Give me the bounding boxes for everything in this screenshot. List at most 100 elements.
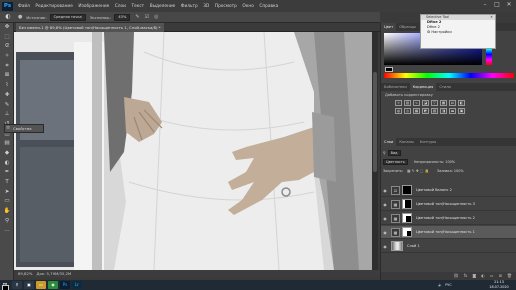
hand-tool-icon[interactable]: ✋ — [0, 207, 14, 217]
photoshop-task-icon[interactable]: Ps — [60, 281, 70, 289]
tab-adjustments[interactable]: Коррекция — [409, 83, 437, 91]
new-layer-icon[interactable]: ⊞ — [499, 272, 502, 280]
stamp-tool-icon[interactable]: ⊥ — [0, 110, 14, 120]
layer-name[interactable]: Цветовой тон/Насыщенность 1 — [416, 230, 475, 234]
menu-type[interactable]: Текст — [131, 4, 144, 9]
healing-tool-icon[interactable]: ✚ — [0, 91, 14, 101]
eyedropper-tool-icon[interactable]: ⌇ — [0, 81, 14, 91]
tab-channels[interactable]: Каналы — [396, 138, 416, 146]
color-lookup-icon[interactable]: ▩ — [413, 108, 420, 114]
layer-mask-thumb[interactable] — [402, 213, 412, 223]
gradient-map-icon[interactable]: ▬ — [449, 108, 456, 114]
protect-tones-checkbox[interactable]: ☑ — [145, 14, 149, 20]
tab-layers[interactable]: Слои — [381, 138, 397, 146]
curves-icon[interactable]: ∿ — [413, 100, 420, 106]
crop-tool-icon[interactable]: ⌗ — [0, 62, 14, 72]
layer-row[interactable]: ◉ ▦ Цветовой тон/Насыщенность 2 — [381, 212, 516, 225]
browser-icon[interactable]: ◉ — [48, 281, 58, 289]
layer-row[interactable]: ◉ ▦ Цветовой тон/Насыщенность 3 — [381, 198, 516, 211]
gradient-tool-icon[interactable]: ▤ — [0, 139, 14, 149]
path-select-tool-icon[interactable]: ➤ — [0, 188, 14, 198]
channel-mixer-icon[interactable]: ◎ — [404, 108, 411, 114]
layer-row[interactable]: ◉ Слой 1 — [381, 240, 516, 253]
menu-view[interactable]: Просмотр — [215, 4, 237, 9]
layer-name[interactable]: Цветовой тон/Насыщенность 2 — [416, 216, 475, 220]
tab-styles[interactable]: Стили — [436, 83, 454, 91]
layer-name[interactable]: Цветовой тон/Насыщенность 3 — [416, 202, 475, 206]
close-icon[interactable]: ✕ — [503, 0, 515, 10]
lasso-tool-icon[interactable]: ᘓ — [0, 42, 14, 52]
vertical-scrollbar[interactable] — [372, 32, 378, 270]
language-indicator[interactable]: РУС — [445, 283, 451, 287]
brightness-icon[interactable]: ☼ — [395, 100, 402, 106]
threshold-icon[interactable]: ◨ — [440, 108, 447, 114]
type-tool-icon[interactable]: T — [0, 178, 14, 188]
tab-paths[interactable]: Контуры — [417, 138, 439, 146]
lock-icons[interactable]: ▦ ✎ ✥ ⬚ 🔒 — [407, 169, 429, 173]
zoom-value[interactable]: 89,82% — [18, 270, 32, 278]
menu-image[interactable]: Изображение — [78, 4, 109, 9]
shape-tool-icon[interactable]: ▭ — [0, 197, 14, 207]
fill-label[interactable]: Заливка: 100% — [437, 169, 464, 173]
menu-select[interactable]: Выделение — [150, 4, 176, 9]
task-view-icon[interactable]: ▣ — [24, 281, 34, 289]
color-spectrum[interactable] — [384, 73, 514, 78]
mask-icon[interactable]: ◙ — [472, 272, 476, 280]
invert-icon[interactable]: ◩ — [422, 108, 429, 114]
more-tools-icon[interactable]: … — [0, 226, 14, 236]
foreground-color[interactable] — [2, 285, 9, 290]
exposure-input[interactable]: 43% — [114, 13, 131, 21]
scroll-thumb[interactable] — [373, 72, 377, 172]
layer-filter-select[interactable]: Вид — [387, 149, 401, 156]
layer-row-selected[interactable]: ◉ ▦ Цветовой тон/Насыщенность 1 — [381, 226, 516, 239]
menu-file[interactable]: Файл — [18, 4, 30, 9]
properties-collapsed-panel[interactable]: ≡ Свойства — [4, 124, 44, 133]
menu-edit[interactable]: Редактирование — [35, 4, 73, 9]
tab-swatches[interactable]: Образцы — [396, 23, 419, 31]
menu-filter[interactable]: Фильтр — [181, 4, 198, 9]
menu-window[interactable]: Окно — [242, 4, 253, 9]
airbrush-icon[interactable]: ✎ — [135, 14, 139, 20]
layer-mask-thumb[interactable] — [402, 185, 412, 195]
quick-select-tool-icon[interactable]: ✧ — [0, 52, 14, 62]
brush-preset-icon[interactable]: ● — [18, 14, 22, 20]
tab-color[interactable]: Цвет — [381, 23, 397, 31]
menu-layers[interactable]: Слои — [115, 4, 126, 9]
folder-icon[interactable]: ▭ — [490, 272, 494, 280]
blur-tool-icon[interactable]: ◆ — [0, 149, 14, 159]
photo-filter-icon[interactable]: ◍ — [395, 108, 402, 114]
color-panel-swatch[interactable] — [385, 67, 393, 72]
vibrance-icon[interactable]: ▽ — [431, 100, 438, 106]
eye-icon[interactable]: ◉ — [381, 216, 389, 221]
opacity-label[interactable]: Непрозрачность: 100% — [414, 160, 455, 164]
maximize-icon[interactable]: □ — [491, 0, 503, 10]
settings-link[interactable]: ⚙ Настройки — [421, 30, 495, 35]
bw-icon[interactable]: ◧ — [458, 100, 465, 106]
layer-name[interactable]: Цветовой баланс 2 — [416, 188, 452, 192]
clock[interactable]: 21:13 18.07.2020 — [484, 280, 514, 290]
explorer-icon[interactable]: ▭ — [36, 281, 46, 289]
blend-mode-select[interactable]: Цветность — [383, 158, 408, 165]
color-balance-icon[interactable]: ⚖ — [449, 100, 456, 106]
eye-icon[interactable]: ◉ — [381, 230, 389, 235]
close-icon[interactable]: ✕ — [490, 15, 493, 20]
sample-select[interactable]: Средняя точка — [49, 13, 86, 21]
layer-name[interactable]: Слой 1 — [407, 244, 420, 248]
eye-icon[interactable]: ◉ — [381, 244, 389, 249]
layer-row[interactable]: ◉ ⚖ Цветовой баланс 2 — [381, 184, 516, 197]
search-icon[interactable]: ⚲ — [12, 281, 22, 289]
layer-mask-thumb[interactable] — [402, 199, 412, 209]
move-tool-icon[interactable]: ✥ — [0, 23, 14, 33]
selective-color-icon[interactable]: ▣ — [458, 108, 465, 114]
dodge-tool-icon[interactable]: ◐ — [3, 13, 13, 21]
zoom-tool-icon[interactable]: ⚲ — [0, 217, 14, 227]
eye-icon[interactable]: ◉ — [381, 202, 389, 207]
link-icon[interactable]: ⛓ — [454, 272, 459, 280]
brush-tool-icon[interactable]: ✎ — [0, 101, 14, 111]
levels-icon[interactable]: ▥ — [404, 100, 411, 106]
speaker-icon[interactable]: 🔈 — [438, 283, 442, 287]
lightroom-task-icon[interactable]: Lr — [72, 281, 82, 289]
canvas[interactable] — [14, 32, 378, 270]
hue-sat-icon[interactable]: ▦ — [440, 100, 447, 106]
menu-3d[interactable]: 3D — [203, 4, 209, 9]
